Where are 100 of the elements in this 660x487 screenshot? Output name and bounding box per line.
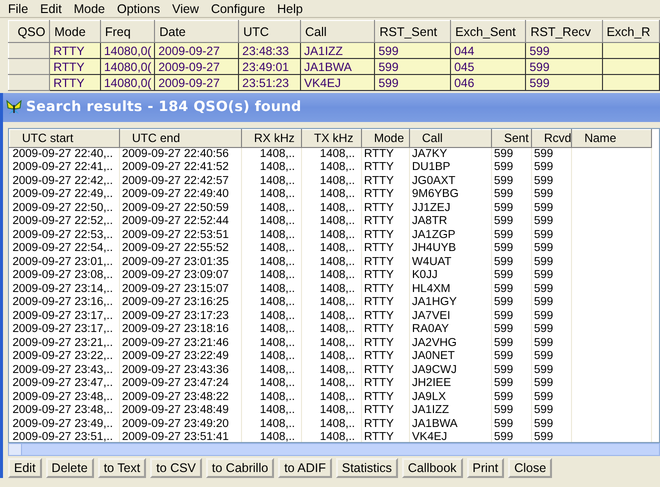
- table-cell: 2009-09-27 23:16,..: [10, 296, 120, 310]
- column-header[interactable]: Mode: [50, 20, 100, 42]
- table-cell: RTTY: [362, 228, 410, 242]
- table-cell: 1408,..: [242, 336, 302, 350]
- table-cell: 1408,..: [242, 188, 302, 202]
- table-cell: RTTY: [362, 310, 410, 324]
- grid-cell: 599: [374, 42, 451, 58]
- table-cell: JA1BWA: [410, 418, 492, 432]
- action-button[interactable]: Edit: [8, 458, 42, 478]
- action-button[interactable]: Callbook: [402, 458, 463, 478]
- table-cell: 1408,..: [302, 202, 362, 216]
- menu-item[interactable]: Options: [110, 2, 166, 16]
- column-header[interactable]: RX kHz: [242, 129, 302, 148]
- row-header: [8, 42, 50, 58]
- grid-cell: [602, 58, 660, 74]
- table-cell: HL4XM: [410, 282, 492, 296]
- table-cell: 1408,..: [242, 310, 302, 324]
- column-header[interactable]: UTC end: [120, 129, 242, 148]
- grid-cell: 2009-09-27: [154, 58, 239, 74]
- action-button[interactable]: to CSV: [150, 458, 202, 478]
- table-cell: 599: [492, 161, 532, 175]
- action-button[interactable]: Statistics: [336, 458, 398, 478]
- menu-item[interactable]: Configure: [204, 2, 272, 16]
- column-header[interactable]: Name: [572, 129, 652, 148]
- column-header[interactable]: Mode: [362, 129, 410, 148]
- table-cell: 1408,..: [242, 377, 302, 391]
- table-cell: 1408,..: [242, 242, 302, 256]
- table-cell: 599: [532, 350, 572, 364]
- table-cell: 599: [532, 404, 572, 418]
- grid-cell: 14080,0(: [100, 74, 155, 90]
- table-cell: 1408,..: [242, 323, 302, 337]
- table-cell: 2009-09-27 22:53:51: [120, 228, 242, 242]
- table-cell: 599: [492, 377, 532, 391]
- action-button[interactable]: Close: [508, 458, 552, 478]
- action-button[interactable]: to Text: [98, 458, 146, 478]
- column-header[interactable]: Sent: [492, 129, 532, 148]
- column-header[interactable]: Call: [300, 20, 375, 42]
- menu-item[interactable]: Help: [271, 2, 309, 16]
- table-cell: 1408,..: [302, 404, 362, 418]
- table-cell: 1408,..: [242, 269, 302, 283]
- column-header[interactable]: Exch_R: [602, 20, 660, 42]
- column-header[interactable]: Exch_Sent: [450, 20, 526, 42]
- action-button[interactable]: to ADIF: [278, 458, 332, 478]
- table-cell: 2009-09-27 22:42:57: [120, 174, 242, 188]
- table-cell: 599: [492, 228, 532, 242]
- table-cell: 2009-09-27 23:48:22: [120, 390, 242, 404]
- table-cell: 2009-09-27 23:17:23: [120, 310, 242, 324]
- grid-cell: 23:51:23: [238, 74, 301, 90]
- table-cell: JA7KY: [410, 147, 492, 162]
- column-header[interactable]: Freq: [100, 20, 155, 42]
- table-cell: 2009-09-27 22:54,..: [10, 242, 120, 256]
- table-cell: 2009-09-27 23:16:25: [120, 296, 242, 310]
- column-header[interactable]: Call: [410, 129, 492, 148]
- action-button[interactable]: to Cabrillo: [206, 458, 274, 478]
- table-cell: 599: [492, 256, 532, 270]
- table-cell: 599: [532, 215, 572, 229]
- table-cell: RTTY: [362, 269, 410, 283]
- table-cell: 2009-09-27 22:40,..: [10, 147, 120, 162]
- table-cell: 1408,..: [302, 390, 362, 404]
- table-cell: 599: [532, 147, 572, 162]
- table-cell: 599: [492, 390, 532, 404]
- column-header[interactable]: UTC: [238, 20, 301, 42]
- menu-item[interactable]: View: [166, 2, 205, 16]
- table-cell: 1408,..: [302, 147, 362, 162]
- table-cell: 599: [492, 188, 532, 202]
- table-cell: 1408,..: [242, 282, 302, 296]
- table-cell: 1408,..: [302, 364, 362, 378]
- action-button[interactable]: Print: [466, 458, 504, 478]
- table-cell: 1408,..: [302, 242, 362, 256]
- column-header[interactable]: Rcvd: [532, 129, 572, 148]
- table-cell: 2009-09-27 23:47,..: [10, 377, 120, 391]
- menu-item[interactable]: Edit: [34, 2, 68, 16]
- table-cell: 1408,..: [242, 364, 302, 378]
- row-header: [8, 74, 50, 90]
- table-cell: RTTY: [362, 390, 410, 404]
- action-button[interactable]: Delete: [46, 458, 94, 478]
- table-cell: JA8TR: [410, 215, 492, 229]
- column-header[interactable]: RST_Recv: [526, 20, 602, 42]
- grid-cell: RTTY: [50, 58, 100, 74]
- table-cell: 599: [532, 282, 572, 296]
- column-header[interactable]: RST_Sent: [374, 20, 451, 42]
- table-cell: 1408,..: [302, 323, 362, 337]
- table-cell: JA7VEI: [410, 310, 492, 324]
- column-header[interactable]: Date: [154, 20, 239, 42]
- table-cell: RA0AY: [410, 323, 492, 337]
- table-cell: 2009-09-27 22:52,..: [10, 215, 120, 229]
- column-header[interactable]: QSO: [8, 20, 50, 42]
- column-header[interactable]: UTC start: [10, 129, 120, 148]
- table-cell: JH4UYB: [410, 242, 492, 256]
- table-cell: JA9CWJ: [410, 364, 492, 378]
- table-cell: 599: [532, 323, 572, 337]
- table-cell: 599: [532, 364, 572, 378]
- horizontal-scrollbar[interactable]: [8, 443, 660, 456]
- column-header[interactable]: TX kHz: [302, 129, 362, 148]
- table-cell: 599: [492, 418, 532, 432]
- menu-item[interactable]: Mode: [68, 2, 111, 16]
- table-cell: JA1ZGP: [410, 228, 492, 242]
- table-cell: RTTY: [362, 147, 410, 162]
- table-cell: 599: [532, 188, 572, 202]
- menu-item[interactable]: File: [2, 2, 34, 16]
